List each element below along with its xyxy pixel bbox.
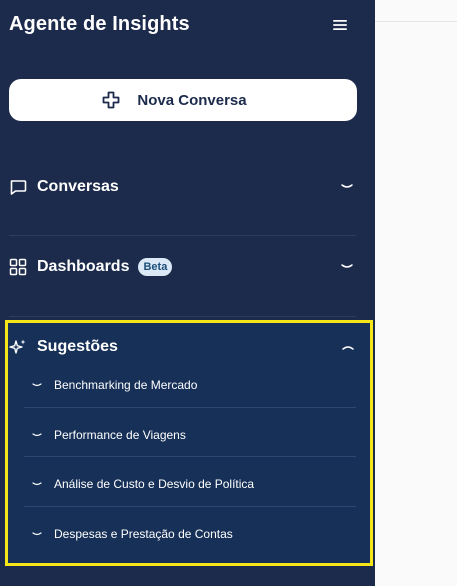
- chevron-down-icon: [341, 264, 353, 268]
- suggestion-item-label: Despesas e Prestação de Contas: [54, 527, 233, 541]
- section-conversas-label: Conversas: [37, 178, 119, 195]
- chevron-down-icon: [32, 383, 42, 387]
- chevron-up-icon: [342, 346, 354, 350]
- suggestion-item[interactable]: Performance de Viagens: [24, 411, 356, 459]
- suggestions-panel: Sugestões Benchmarking de Mercado Perfor…: [5, 320, 373, 566]
- suggestion-item-label: Análise de Custo e Desvio de Política: [54, 477, 255, 491]
- divider: [24, 456, 356, 457]
- section-dashboards-label: Dashboards: [37, 258, 130, 275]
- suggestion-item[interactable]: Análise de Custo e Desvio de Política: [24, 460, 356, 508]
- sparkles-icon: [9, 339, 26, 354]
- suggestion-item-label: Performance de Viagens: [54, 428, 186, 442]
- chevron-down-icon: [341, 184, 353, 188]
- sidebar: Agente de Insights Nova Conversa Convers…: [0, 0, 375, 586]
- main-content: [375, 0, 457, 586]
- divider: [24, 506, 356, 507]
- menu-toggle-button[interactable]: [330, 15, 350, 35]
- app-title: Agente de Insights: [9, 13, 190, 35]
- hamburger-menu-icon: [333, 20, 347, 30]
- suggestion-item-label: Benchmarking de Mercado: [54, 378, 198, 392]
- section-sugestoes[interactable]: Sugestões: [9, 332, 355, 362]
- divider: [9, 316, 356, 317]
- dashboard-grid-icon: [9, 258, 27, 276]
- section-sugestoes-label: Sugestões: [37, 338, 118, 355]
- plus-icon: [102, 91, 120, 109]
- divider: [9, 235, 356, 236]
- header-divider: [375, 21, 457, 22]
- chevron-down-icon: [32, 532, 42, 536]
- new-conversation-label: Nova Conversa: [137, 91, 247, 109]
- chevron-down-icon: [32, 482, 42, 486]
- new-conversation-button[interactable]: Nova Conversa: [9, 79, 357, 121]
- divider: [24, 407, 356, 408]
- section-conversas[interactable]: Conversas: [9, 172, 356, 202]
- chevron-down-icon: [32, 433, 42, 437]
- chat-bubble-icon: [10, 180, 27, 195]
- beta-badge: Beta: [138, 258, 173, 276]
- suggestion-item[interactable]: Despesas e Prestação de Contas: [24, 510, 356, 558]
- suggestion-item[interactable]: Benchmarking de Mercado: [24, 361, 356, 409]
- section-dashboards[interactable]: Dashboards Beta: [9, 252, 356, 282]
